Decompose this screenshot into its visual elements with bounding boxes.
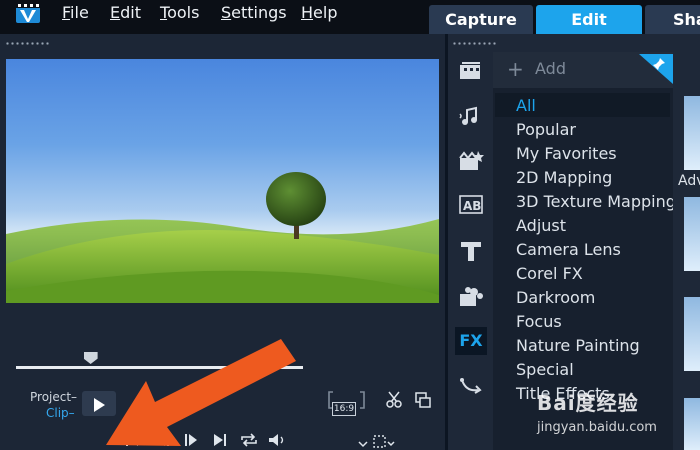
category-item-popular[interactable]: Popular bbox=[516, 121, 576, 139]
category-item-special[interactable]: Special bbox=[516, 361, 574, 379]
volume-icon[interactable] bbox=[267, 432, 287, 448]
motion-path-icon[interactable] bbox=[458, 374, 484, 400]
category-item-adjust[interactable]: Adjust bbox=[516, 217, 566, 235]
clip-mode-toggle[interactable]: Clip– bbox=[46, 406, 75, 420]
media-icon[interactable] bbox=[458, 58, 484, 84]
player-panel-grip[interactable] bbox=[5, 42, 50, 45]
menu-file[interactable]: File bbox=[62, 4, 89, 22]
watermark-url: jingyan.baidu.com bbox=[537, 420, 657, 435]
menu-help[interactable]: Help bbox=[301, 4, 337, 22]
category-item-darkroom[interactable]: Darkroom bbox=[516, 289, 595, 307]
svg-text:AB: AB bbox=[463, 199, 481, 213]
repeat-icon[interactable] bbox=[239, 432, 259, 448]
filters-fx-tab[interactable]: FX bbox=[455, 327, 487, 355]
video-preview[interactable] bbox=[6, 59, 439, 303]
menu-file-label: ile bbox=[70, 3, 89, 22]
menu-file-mnemonic: F bbox=[62, 3, 71, 22]
transition-icon[interactable]: AB bbox=[458, 192, 484, 218]
category-item-camera-lens[interactable]: Camera Lens bbox=[516, 241, 621, 259]
category-item-focus[interactable]: Focus bbox=[516, 313, 562, 331]
menu-edit-mnemonic: E bbox=[110, 3, 121, 22]
next-frame-icon[interactable] bbox=[182, 432, 200, 448]
menu-settings-label: ettings bbox=[231, 3, 287, 22]
pin-icon[interactable] bbox=[652, 57, 666, 71]
snapshot-icon[interactable] bbox=[414, 391, 432, 409]
tab-capture[interactable]: Capture bbox=[429, 5, 533, 34]
filter-thumbnail[interactable] bbox=[684, 297, 700, 371]
filter-thumbnail[interactable] bbox=[684, 398, 700, 450]
menu-tools-mnemonic: T bbox=[160, 3, 168, 22]
previous-frame-icon[interactable] bbox=[155, 432, 173, 448]
graphics-icon[interactable] bbox=[458, 284, 484, 310]
category-item-my-favorites[interactable]: My Favorites bbox=[516, 145, 617, 163]
title-icon[interactable] bbox=[458, 238, 484, 264]
video-editor-window: File Edit Tools Settings Help Capture Ed… bbox=[0, 0, 700, 450]
tab-edit[interactable]: Edit bbox=[536, 5, 642, 34]
add-plus-icon[interactable]: + bbox=[507, 57, 524, 81]
go-to-end-icon[interactable] bbox=[212, 432, 230, 448]
menu-settings[interactable]: Settings bbox=[221, 4, 287, 22]
library-category-rail: AB bbox=[448, 52, 490, 450]
audio-music-icon[interactable] bbox=[458, 104, 484, 130]
aspect-ratio-button[interactable]: 16:9 bbox=[332, 402, 356, 416]
library-panel-grip[interactable] bbox=[452, 42, 497, 45]
menu-bar: File Edit Tools Settings Help Capture Ed… bbox=[0, 0, 700, 34]
resize-crop-icon[interactable] bbox=[372, 434, 396, 450]
preview-landscape bbox=[6, 172, 439, 303]
tab-share[interactable]: Sha bbox=[645, 5, 700, 34]
instant-project-icon[interactable] bbox=[458, 148, 484, 174]
menu-help-mnemonic: H bbox=[301, 3, 314, 22]
category-item-corel-fx[interactable]: Corel FX bbox=[516, 265, 583, 283]
go-to-start-icon[interactable] bbox=[124, 432, 140, 448]
play-icon bbox=[94, 398, 105, 412]
filter-thumbnail[interactable] bbox=[684, 96, 700, 170]
add-category-label[interactable]: Add bbox=[535, 60, 566, 78]
category-item-2d-mapping[interactable]: 2D Mapping bbox=[516, 169, 612, 187]
menu-tools[interactable]: Tools bbox=[160, 4, 199, 22]
scissors-icon[interactable] bbox=[385, 391, 403, 409]
menu-help-label: elp bbox=[313, 3, 338, 22]
menu-tools-label: ools bbox=[167, 3, 200, 22]
menu-settings-mnemonic: S bbox=[221, 3, 232, 22]
aspect-chevron-down-icon[interactable] bbox=[358, 440, 368, 448]
filter-thumbnail[interactable] bbox=[684, 197, 700, 271]
play-button[interactable] bbox=[82, 391, 116, 416]
watermark-text: Bai度经验 bbox=[537, 391, 639, 415]
menu-edit[interactable]: Edit bbox=[110, 4, 141, 22]
timeline-scrubber[interactable] bbox=[16, 366, 303, 369]
menu-edit-label: dit bbox=[120, 3, 141, 22]
filter-thumbnail-label: Adv bbox=[678, 173, 700, 189]
category-item-nature-painting[interactable]: Nature Painting bbox=[516, 337, 640, 355]
category-item-all[interactable]: All bbox=[516, 97, 536, 115]
category-item-3d-texture-mapping[interactable]: 3D Texture Mapping bbox=[516, 193, 676, 211]
app-logo-icon[interactable] bbox=[16, 3, 40, 23]
project-mode-toggle[interactable]: Project– bbox=[30, 390, 77, 404]
